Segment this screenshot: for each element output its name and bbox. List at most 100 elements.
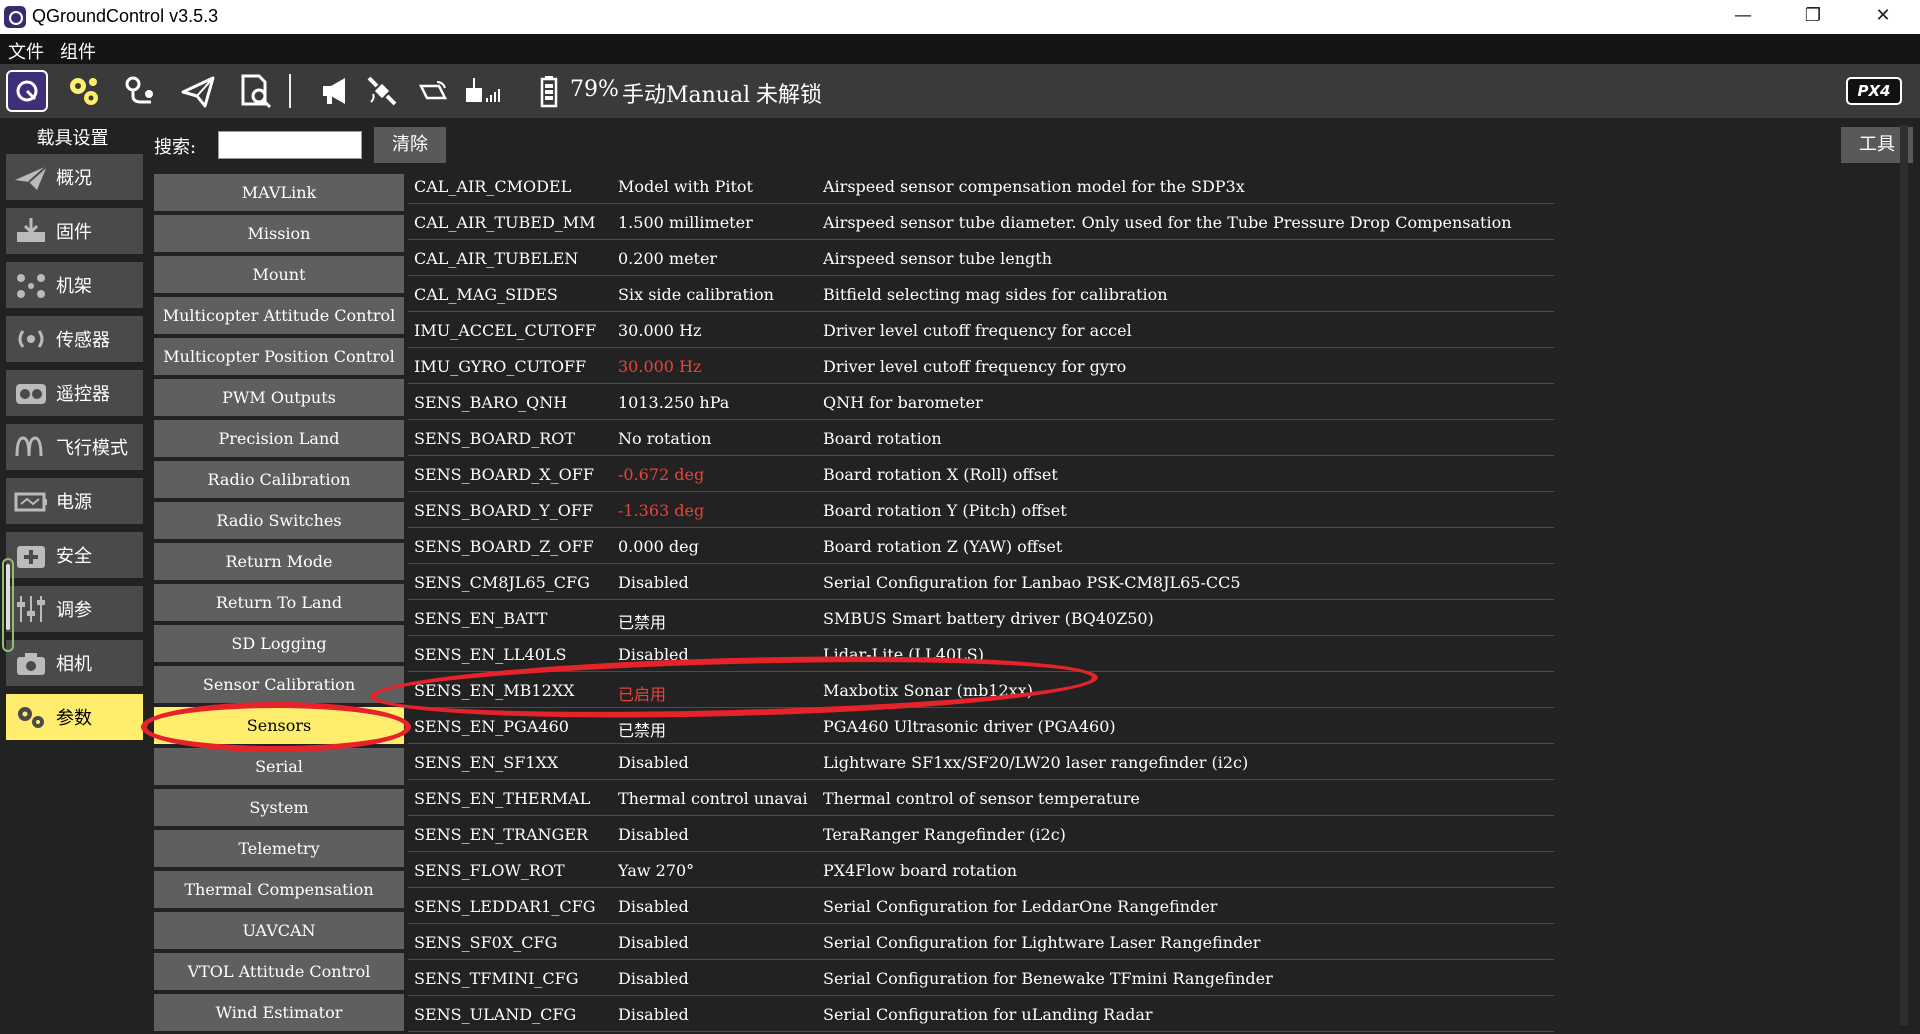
parameter-row[interactable]: SENS_EN_BATT 已禁用 SMBUS Smart battery drive…: [408, 600, 1554, 636]
sidebar-item-sensors[interactable]: 传感器: [6, 316, 143, 362]
parameter-value[interactable]: -0.672 deg: [618, 465, 818, 484]
parameter-row[interactable]: SENS_EN_SF1XX Disabled Lightware SF1xx/SF2…: [408, 744, 1554, 780]
group-button[interactable]: UAVCAN: [154, 912, 404, 949]
parameter-row[interactable]: SENS_FLOW_ROT Yaw 270° PX4Flow board rotat…: [408, 852, 1554, 888]
group-button[interactable]: Return Mode: [154, 543, 404, 580]
group-button[interactable]: PWM Outputs: [154, 379, 404, 416]
telemetry-rssi-indicator[interactable]: [414, 71, 454, 111]
clear-button[interactable]: 清除: [374, 127, 446, 163]
sidebar-item-plane[interactable]: 概况: [6, 154, 143, 200]
maximize-button[interactable]: ❐: [1778, 0, 1848, 34]
parameter-row[interactable]: SENS_BARO_QNH 1013.250 hPa QNH for baromet…: [408, 384, 1554, 420]
group-button[interactable]: Telemetry: [154, 830, 404, 867]
close-button[interactable]: ✕: [1848, 0, 1918, 34]
menu-widgets[interactable]: 组件: [60, 38, 96, 64]
analyze-view-button[interactable]: [236, 71, 276, 111]
group-button[interactable]: Mission: [154, 215, 404, 252]
group-button[interactable]: Mount: [154, 256, 404, 293]
rc-rssi-indicator[interactable]: [462, 71, 502, 111]
parameter-row[interactable]: SENS_EN_PGA460 已禁用 PGA460 Ultrasonic drive…: [408, 708, 1554, 744]
parameter-row[interactable]: SENS_EN_TRANGER Disabled TeraRanger Rangef…: [408, 816, 1554, 852]
parameter-row[interactable]: IMU_ACCEL_CUTOFF 30.000 Hz Driver level cu…: [408, 312, 1554, 348]
parameter-value[interactable]: Disabled: [618, 645, 818, 664]
parameter-row[interactable]: SENS_SF0X_CFG Disabled Serial Configuratio…: [408, 924, 1554, 960]
parameter-row[interactable]: SENS_LEDDAR1_CFG Disabled Serial Configura…: [408, 888, 1554, 924]
vehicle-setup-button[interactable]: [64, 71, 104, 111]
group-button[interactable]: MAVLink: [154, 174, 404, 211]
group-button[interactable]: Wind Estimator: [154, 994, 404, 1031]
parameter-value[interactable]: Thermal control unavai: [618, 789, 818, 808]
parameter-row[interactable]: IMU_GYRO_CUTOFF 30.000 Hz Driver level cut…: [408, 348, 1554, 384]
menu-file[interactable]: 文件: [8, 38, 44, 64]
group-button[interactable]: System: [154, 789, 404, 826]
group-button[interactable]: SD Logging: [154, 625, 404, 662]
sidebar-item-camera[interactable]: 相机: [6, 640, 143, 686]
group-button[interactable]: Radio Calibration: [154, 461, 404, 498]
group-button[interactable]: Return To Land: [154, 584, 404, 621]
group-button[interactable]: Multicopter Attitude Control: [154, 297, 404, 334]
parameter-value[interactable]: 0.000 deg: [618, 537, 818, 556]
battery-indicator[interactable]: [536, 71, 562, 111]
parameter-value[interactable]: Disabled: [618, 573, 818, 592]
parameter-row[interactable]: CAL_MAG_SIDES Six side calibration Bitfiel…: [408, 276, 1554, 312]
sidebar-item-firmware[interactable]: 固件: [6, 208, 143, 254]
parameter-value[interactable]: Disabled: [618, 897, 818, 916]
parameter-value[interactable]: Yaw 270°: [618, 861, 818, 880]
sidebar-item-gears[interactable]: 参数: [6, 694, 143, 740]
parameter-value[interactable]: Disabled: [618, 1005, 818, 1024]
parameter-value[interactable]: 已禁用: [618, 717, 818, 741]
parameter-value[interactable]: Disabled: [618, 753, 818, 772]
sidebar-item-safety[interactable]: 安全: [6, 532, 143, 578]
parameter-row[interactable]: SENS_EN_MB12XX 已启用 Maxbotix Sonar (mb12xx): [408, 672, 1554, 708]
plan-view-button[interactable]: [120, 71, 160, 111]
sidebar-item-airframe[interactable]: 机架: [6, 262, 143, 308]
parameter-value[interactable]: Disabled: [618, 933, 818, 952]
parameter-row[interactable]: SENS_BOARD_Y_OFF -1.363 deg Board rotation…: [408, 492, 1554, 528]
group-button[interactable]: Sensors: [154, 707, 404, 744]
fly-view-button[interactable]: [178, 71, 218, 111]
parameter-row[interactable]: SENS_CM8JL65_CFG Disabled Serial Configura…: [408, 564, 1554, 600]
group-button[interactable]: Sensor Calibration: [154, 666, 404, 703]
search-input[interactable]: [218, 131, 362, 159]
sidebar-scroll-indicator[interactable]: [2, 558, 14, 652]
parameter-value[interactable]: Model with Pitot: [618, 177, 818, 196]
qgc-home-button[interactable]: [6, 70, 48, 112]
gps-indicator[interactable]: [362, 71, 402, 111]
parameter-row[interactable]: SENS_BOARD_X_OFF -0.672 deg Board rotation…: [408, 456, 1554, 492]
group-button[interactable]: Radio Switches: [154, 502, 404, 539]
parameter-row[interactable]: SENS_BOARD_Z_OFF 0.000 deg Board rotation …: [408, 528, 1554, 564]
parameter-row[interactable]: SENS_ULAND_CFG Disabled Serial Configurati…: [408, 996, 1554, 1032]
parameter-value[interactable]: 已禁用: [618, 609, 818, 633]
parameter-value[interactable]: 已启用: [618, 681, 818, 705]
messages-indicator[interactable]: [316, 71, 356, 111]
parameter-row[interactable]: SENS_TFMINI_CFG Disabled Serial Configurat…: [408, 960, 1554, 996]
parameter-value[interactable]: -1.363 deg: [618, 501, 818, 520]
parameter-row[interactable]: SENS_EN_THERMAL Thermal control unavai The…: [408, 780, 1554, 816]
parameter-row[interactable]: SENS_EN_LL40LS Disabled Lidar-Lite (LL40LS…: [408, 636, 1554, 672]
parameter-row[interactable]: CAL_AIR_CMODEL Model with Pitot Airspeed s…: [408, 168, 1554, 204]
sidebar-item-radio[interactable]: 遥控器: [6, 370, 143, 416]
sidebar-item-flight-modes[interactable]: 飞行模式: [6, 424, 143, 470]
group-button[interactable]: Serial: [154, 748, 404, 785]
parameter-value[interactable]: Six side calibration: [618, 285, 818, 304]
parameter-value[interactable]: 1013.250 hPa: [618, 393, 818, 412]
arm-status[interactable]: 未解锁: [756, 77, 822, 109]
parameter-row[interactable]: CAL_AIR_TUBED_MM 1.500 millimeter Airspeed…: [408, 204, 1554, 240]
group-button[interactable]: Precision Land: [154, 420, 404, 457]
parameter-value[interactable]: Disabled: [618, 825, 818, 844]
parameter-value[interactable]: 30.000 Hz: [618, 357, 818, 376]
minimize-button[interactable]: —: [1708, 0, 1778, 34]
sidebar-item-power[interactable]: 电源: [6, 478, 143, 524]
group-button[interactable]: Multicopter Position Control: [154, 338, 404, 375]
parameter-row[interactable]: SENS_BOARD_ROT No rotation Board rotation: [408, 420, 1554, 456]
parameter-value[interactable]: 1.500 millimeter: [618, 213, 818, 232]
parameter-value[interactable]: No rotation: [618, 429, 818, 448]
sidebar-item-tuning[interactable]: 调参: [6, 586, 143, 632]
parameter-value[interactable]: Disabled: [618, 969, 818, 988]
group-button[interactable]: Thermal Compensation: [154, 871, 404, 908]
parameter-row[interactable]: CAL_AIR_TUBELEN 0.200 meter Airspeed senso…: [408, 240, 1554, 276]
parameter-scrollbar[interactable]: [1900, 125, 1908, 1025]
flight-mode-selector[interactable]: 手动Manual: [622, 77, 750, 109]
parameter-value[interactable]: 30.000 Hz: [618, 321, 818, 340]
group-button[interactable]: VTOL Attitude Control: [154, 953, 404, 990]
